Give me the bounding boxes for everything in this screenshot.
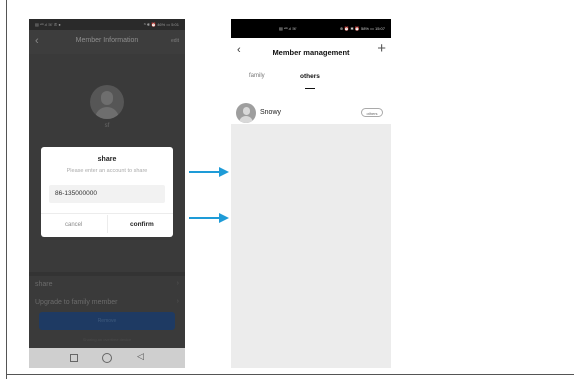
status-icons-right: ᴺ ✱ ⏰ 46% ▭ 5:01 <box>143 22 179 27</box>
status-bar: ▤ ⁴ᴳ.ıl ☏ ✆ ● ᴺ ✱ ⏰ 46% ▭ 5:01 <box>29 19 185 30</box>
page-title: Member management <box>272 48 350 57</box>
page-border <box>6 0 7 379</box>
home-icon[interactable] <box>102 353 112 363</box>
status-bar: ▤ ⁴ᴳ.ıl ☏ ⊕ ⏰ ✱ ⏰ 58% ▭ 15:07 <box>231 19 391 38</box>
remove-button[interactable]: Remove <box>39 312 175 330</box>
arrow-right-icon <box>189 213 229 223</box>
bottom-note: Sharing an overtime device <box>82 337 132 342</box>
divider <box>41 213 173 214</box>
chevron-right-icon: › <box>176 280 179 287</box>
list-item[interactable]: Snowy others <box>231 101 391 124</box>
status-icons-left: ▤ ⁴ᴳ.ıl ☏ <box>279 26 297 31</box>
list-item-label: share <box>35 281 53 288</box>
add-member-icon[interactable]: + <box>377 40 386 57</box>
dialog-title: share <box>97 156 117 163</box>
tab-others[interactable]: others <box>300 73 320 80</box>
tab-family[interactable]: family <box>249 73 265 79</box>
avatar <box>236 103 256 123</box>
account-input[interactable]: 86-135000000 <box>49 185 165 203</box>
list-item-upgrade[interactable]: Upgrade to family member › <box>29 293 185 313</box>
avatar-body <box>95 107 119 119</box>
recents-icon[interactable] <box>70 354 78 362</box>
avatar <box>90 85 124 119</box>
avatar-head <box>101 91 113 105</box>
member-name: sf <box>104 123 110 129</box>
share-dialog: share Please enter an account to share 8… <box>41 147 173 237</box>
chevron-right-icon: › <box>176 298 179 305</box>
list-item-label: Upgrade to family member <box>35 299 118 306</box>
status-icons-right: ⊕ ⏰ ✱ ⏰ 58% ▭ 15:07 <box>339 26 385 31</box>
list-item-share[interactable]: share › <box>29 275 185 295</box>
back-nav-icon[interactable]: ◁ <box>137 351 144 362</box>
status-icons-left: ▤ ⁴ᴳ.ıl ☏ ✆ ● <box>35 22 61 27</box>
confirm-button[interactable]: confirm <box>130 221 154 228</box>
page-title: Member Information <box>75 37 139 44</box>
tab-active-indicator <box>305 88 315 89</box>
dialog-subtitle: Please enter an account to share <box>66 168 148 174</box>
edit-button[interactable]: edit <box>171 38 179 44</box>
header: ‹ Member Information edit <box>29 30 185 54</box>
divider <box>107 215 108 233</box>
member-name: Snowy <box>260 109 282 116</box>
cancel-button[interactable]: cancel <box>65 222 82 228</box>
left-phone-screenshot: ▤ ⁴ᴳ.ıl ☏ ✆ ● ᴺ ✱ ⏰ 46% ▭ 5:01 ‹ Member … <box>29 19 185 368</box>
page-border <box>6 374 574 375</box>
role-badge: others <box>361 108 383 117</box>
right-phone-screenshot: ▤ ⁴ᴳ.ıl ☏ ⊕ ⏰ ✱ ⏰ 58% ▭ 15:07 ‹ Member m… <box>231 19 391 368</box>
avatar-head <box>243 107 250 115</box>
avatar-body <box>239 116 253 123</box>
android-nav-bar: ◁ <box>29 348 185 368</box>
arrow-right-icon <box>189 167 229 177</box>
